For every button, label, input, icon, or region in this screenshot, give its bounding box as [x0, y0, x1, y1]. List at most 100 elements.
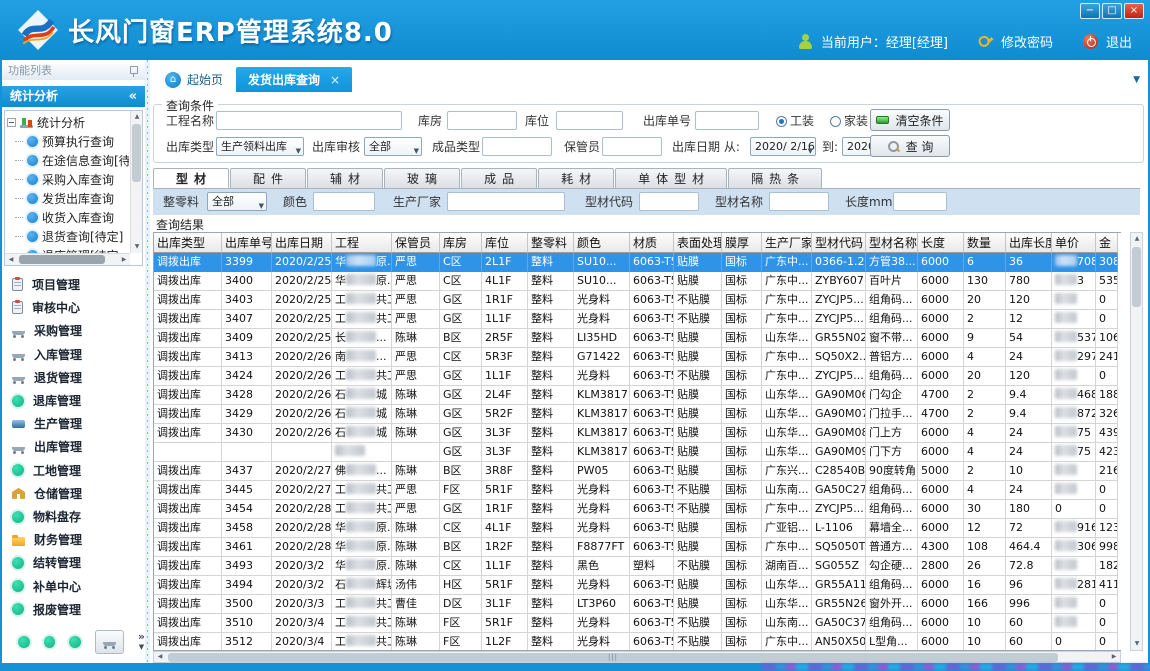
scroll-up-icon[interactable]: ▲: [131, 111, 143, 123]
tab-overflow-arrow[interactable]: ▼: [1133, 75, 1144, 85]
close-button[interactable]: ×: [1124, 3, 1144, 19]
table-row[interactable]: 调拨出库34302020/2/26石城陈琳G区3L3F整料KLM38176063…: [154, 424, 1118, 443]
expander-icon[interactable]: [7, 118, 16, 127]
sidebar-item-采购管理[interactable]: 采购管理: [12, 320, 145, 341]
column-header[interactable]: 表面处理: [674, 233, 722, 253]
column-header[interactable]: 颜色: [574, 233, 630, 253]
table-row[interactable]: 调拨出库34002020/2/25华原...严思C区4L1F整料SU10...6…: [154, 272, 1118, 291]
table-row[interactable]: 调拨出库34242020/2/26工共工程严思G区1L1F整料光身料6063-T…: [154, 367, 1118, 386]
minimize-button[interactable]: −: [1080, 3, 1100, 19]
circle-icon[interactable]: [18, 636, 30, 648]
tree-root[interactable]: 统计分析: [7, 113, 129, 132]
table-row[interactable]: 调拨出库34932020/3/2华原...陈琳C区1L1F整料黑色塑料不贴膜国标…: [154, 557, 1118, 576]
audit-combo[interactable]: 全部▼: [364, 137, 422, 156]
table-row[interactable]: 调拨出库34372020/2/27佛...陈琳B区3R8F整料PW056063-…: [154, 462, 1118, 481]
maker-input[interactable]: [447, 192, 565, 211]
scroll-right-icon[interactable]: ▶: [1108, 651, 1120, 663]
tree-item[interactable]: 发货出库查询: [7, 189, 129, 208]
scroll-up-icon[interactable]: ▲: [1131, 233, 1143, 245]
column-header[interactable]: 出库单号: [222, 233, 272, 253]
keeper-input[interactable]: [602, 137, 662, 156]
column-header[interactable]: 膜厚: [722, 233, 762, 253]
tab-shipment-query[interactable]: 发货出库查询 ×: [236, 67, 352, 92]
table-row[interactable]: 调拨出库34292020/2/26石城陈琳G区5R2F整料KLM38176063…: [154, 405, 1118, 424]
table-row[interactable]: 调拨出库35122020/3/4工共工程陈琳F区1L2F整料光身料6063-T5…: [154, 633, 1118, 651]
code-input[interactable]: [639, 192, 699, 211]
table-row[interactable]: 调拨出库34582020/2/28华原...陈琳C区4L1F整料光身料6063-…: [154, 519, 1118, 538]
scrollbar-thumb[interactable]: [132, 124, 141, 182]
out-type-combo[interactable]: 生产领料出库▼: [216, 137, 304, 156]
tree-item[interactable]: 收货入库查询: [7, 208, 129, 227]
scroll-down-icon[interactable]: ▼: [1131, 638, 1143, 650]
column-header[interactable]: 生产厂家: [762, 233, 812, 253]
sidebar-item-入库管理[interactable]: 入库管理: [12, 344, 145, 365]
sidebar-section-statistics[interactable]: « 统计分析: [2, 86, 145, 107]
project-name-input[interactable]: [216, 111, 402, 130]
location-input[interactable]: [556, 111, 623, 130]
column-header[interactable]: 单价: [1052, 233, 1096, 253]
collapse-icon[interactable]: «: [129, 86, 137, 107]
warehouse-input[interactable]: [447, 111, 517, 130]
circle-icon[interactable]: [69, 636, 81, 648]
sidebar-item-工地管理[interactable]: 工地管理: [12, 460, 145, 481]
material-tab[interactable]: 单体型材: [615, 168, 727, 188]
tab-close-icon[interactable]: ×: [330, 73, 340, 87]
material-tab[interactable]: 型材: [153, 168, 229, 188]
radio-gongzhuang[interactable]: 工装: [776, 111, 814, 131]
column-header[interactable]: 型材名称: [866, 233, 918, 253]
date-from-picker[interactable]: 2020/ 2/16▼: [750, 137, 816, 156]
table-row[interactable]: 调拨出库34032020/2/25工共工程严思G区1R1F整料光身料6063-T…: [154, 291, 1118, 310]
search-button[interactable]: 查 询: [870, 135, 950, 157]
table-row[interactable]: 调拨出库34542020/2/28工共工程严思G区1R1F整料光身料6063-T…: [154, 500, 1118, 519]
column-header[interactable]: 数量: [964, 233, 1006, 253]
column-header[interactable]: 库位: [482, 233, 528, 253]
pin-icon[interactable]: [130, 66, 137, 77]
sidebar-item-仓储管理[interactable]: 仓储管理: [12, 483, 145, 504]
table-row[interactable]: 调拨出库34092020/2/25长...陈琳B区2R5F整料LI35HD606…: [154, 329, 1118, 348]
column-header[interactable]: 工程: [332, 233, 392, 253]
table-row[interactable]: G区3L3F整料KLM38176063-T5贴膜国标山东华...GA90M09.…: [154, 443, 1118, 462]
table-row[interactable]: 调拨出库34282020/2/26石城陈琳G区2L4F整料KLM38176063…: [154, 386, 1118, 405]
tree-item[interactable]: 退货查询[待定]: [7, 227, 129, 246]
scrollbar-thumb[interactable]: |||: [168, 653, 1058, 662]
more-button[interactable]: »▼: [138, 632, 145, 652]
logout-button[interactable]: 退出: [1106, 32, 1132, 51]
column-header[interactable]: 长度: [918, 233, 964, 253]
sidebar-item-生产管理[interactable]: 生产管理: [12, 413, 145, 434]
table-row[interactable]: 调拨出库34612020/2/28华原...陈琳B区1R2F整料F8877FT6…: [154, 538, 1118, 557]
sidebar-item-补单中心[interactable]: 补单中心: [12, 576, 145, 597]
column-header[interactable]: 整零料: [528, 233, 574, 253]
table-row[interactable]: 调拨出库34072020/2/25工共工程严思G区1L1F整料光身料6063-T…: [154, 310, 1118, 329]
tree-item[interactable]: 退库管理[待定: [7, 246, 129, 253]
grid-vertical-scrollbar[interactable]: ▲ ▼: [1130, 232, 1143, 651]
change-password-button[interactable]: 修改密码: [1001, 32, 1053, 51]
sidebar-item-出库管理[interactable]: 出库管理: [12, 436, 145, 457]
material-tab[interactable]: 配件: [230, 168, 306, 188]
sidebar-item-退库管理[interactable]: 退库管理: [12, 390, 145, 411]
material-tab[interactable]: 玻璃: [384, 168, 460, 188]
maximize-button[interactable]: □: [1102, 3, 1122, 19]
material-tab[interactable]: 耗材: [538, 168, 614, 188]
column-header[interactable]: 出库日期: [272, 233, 332, 253]
table-row[interactable]: 调拨出库34452020/2/27工共工程严思F区5R1F整料光身料6063-T…: [154, 481, 1118, 500]
sidebar-item-报废管理[interactable]: 报废管理: [12, 599, 145, 620]
tree-horizontal-scrollbar[interactable]: ◀ ▶: [5, 253, 130, 265]
table-row[interactable]: 调拨出库35002020/3/3工共工程曹佳D区3L1F整料LT3P606063…: [154, 595, 1118, 614]
tree-vertical-scrollbar[interactable]: ▲ ▼: [130, 111, 142, 253]
sidebar-item-退货管理[interactable]: 退货管理: [12, 367, 145, 388]
scrollbar-thumb[interactable]: [1132, 247, 1141, 307]
whole-part-combo[interactable]: 全部▼: [207, 192, 267, 211]
column-header[interactable]: 保管员: [392, 233, 440, 253]
radio-jiazhuang[interactable]: 家装: [830, 111, 868, 131]
column-header[interactable]: 库房: [440, 233, 482, 253]
sidebar-item-审核中心[interactable]: 审核中心: [12, 297, 145, 318]
column-header[interactable]: 材质: [630, 233, 674, 253]
tab-home[interactable]: ⌂ 起始页: [152, 67, 236, 92]
column-header[interactable]: 出库长度: [1006, 233, 1052, 253]
material-tab[interactable]: 隔热条: [728, 168, 822, 188]
length-input[interactable]: [893, 192, 947, 211]
sidebar-item-结转管理[interactable]: 结转管理: [12, 552, 145, 573]
product-type-input[interactable]: [482, 137, 552, 156]
column-header[interactable]: 出库类型: [154, 233, 222, 253]
table-row[interactable]: 调拨出库34132020/2/26南...严思C区5R3F整料G71422606…: [154, 348, 1118, 367]
